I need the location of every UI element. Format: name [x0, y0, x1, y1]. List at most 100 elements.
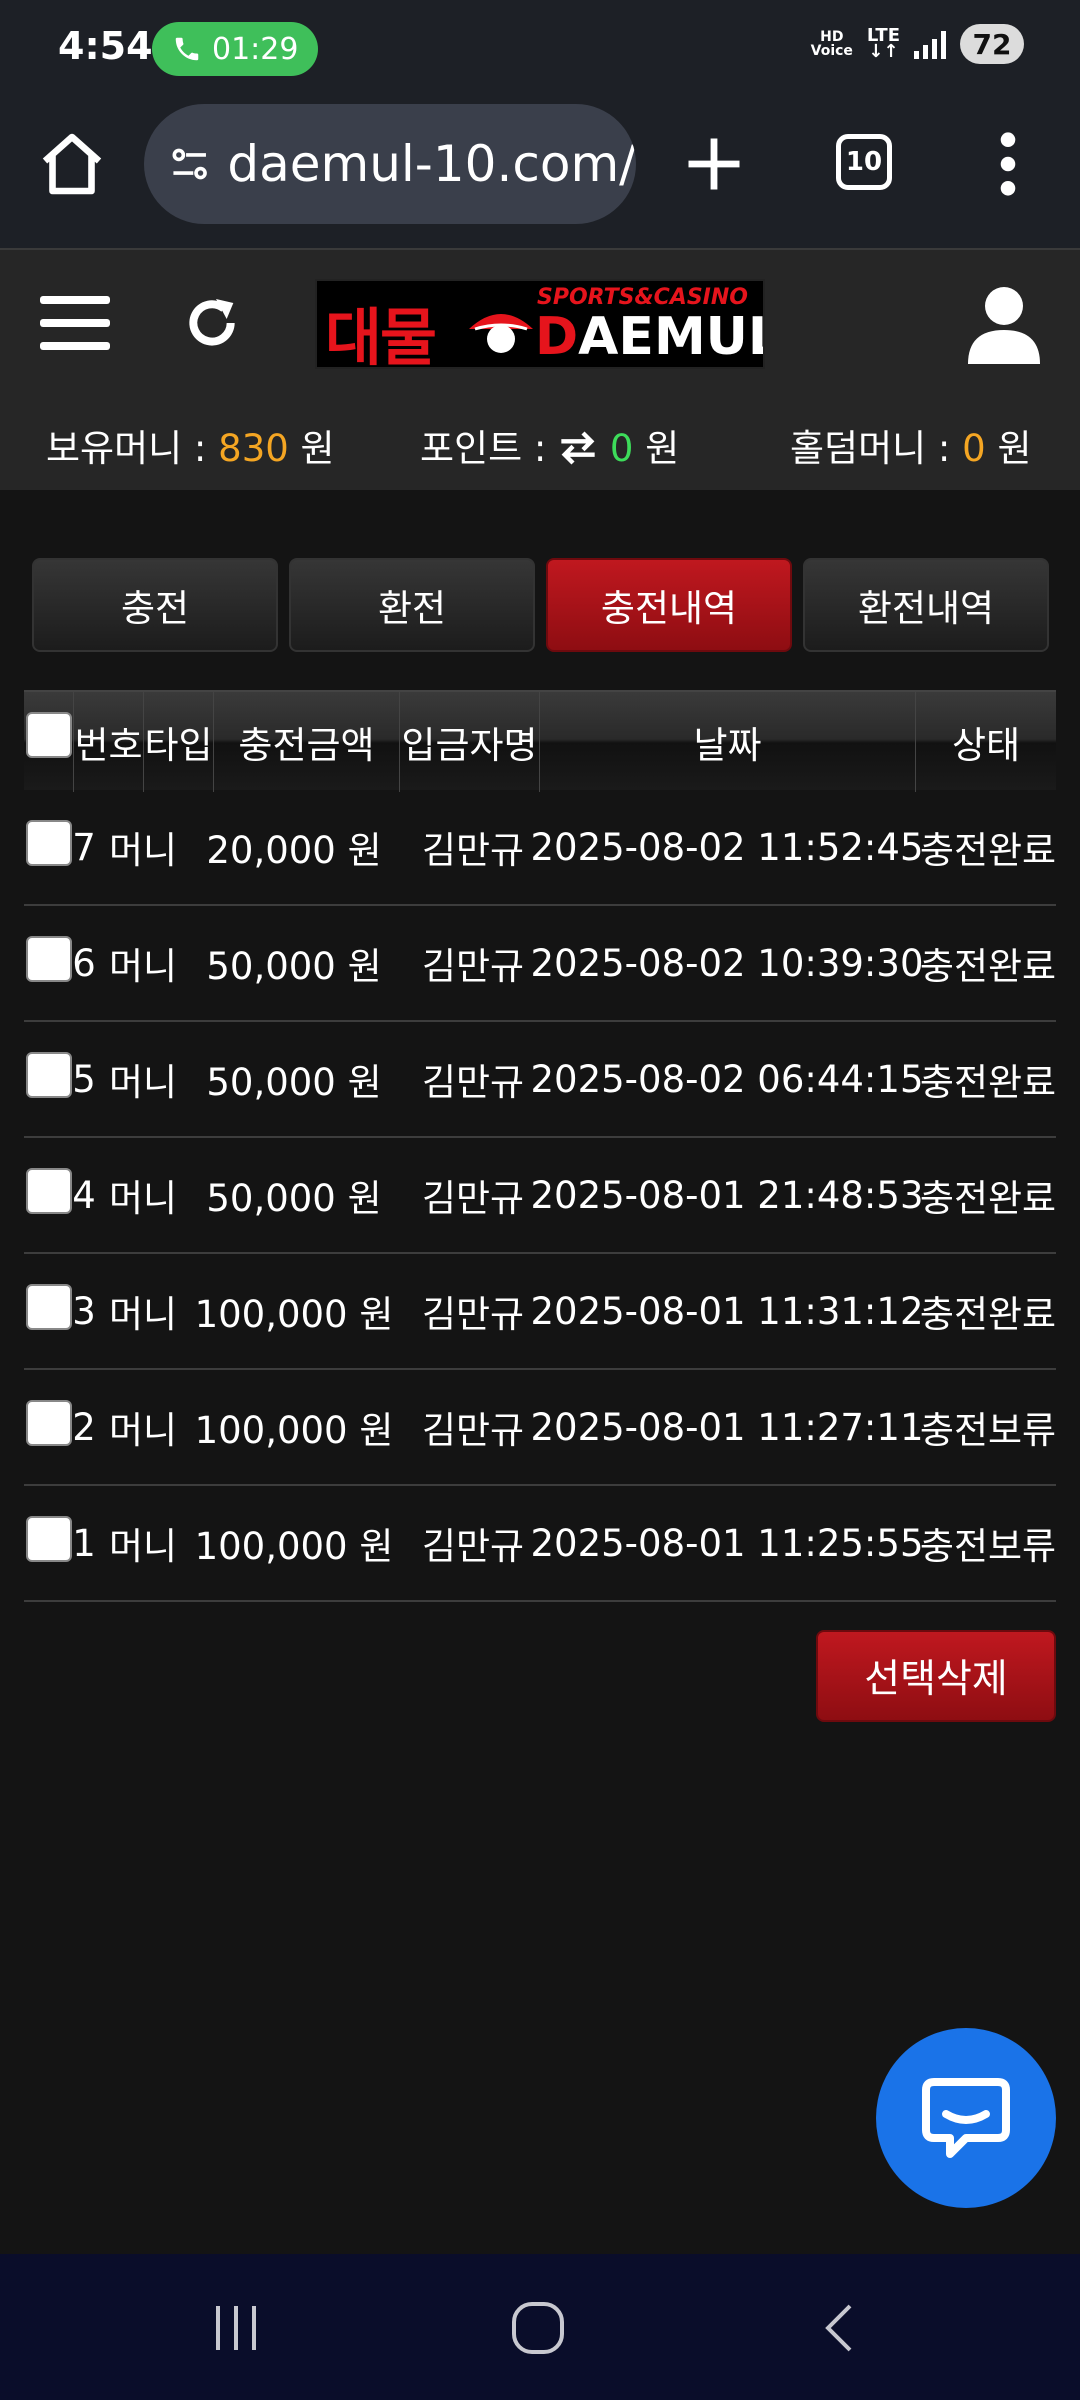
status-bar: 4:54 01:29 HD Voice LTE ↓↑ 72	[0, 0, 1080, 100]
row-type: 머니	[108, 1293, 178, 1336]
row-depositor: 김만규	[421, 945, 525, 988]
table-row: 4 머니 50,000 원 김만규 2025-08-01 21:48:53 충전완료	[24, 1138, 1056, 1254]
tab-withdraw[interactable]: 환전	[289, 558, 535, 652]
transfer-icon[interactable]	[558, 431, 598, 465]
row-type: 머니	[108, 945, 178, 988]
row-status: 충전보류	[919, 1525, 1057, 1568]
tab-withdraw-history[interactable]: 환전내역	[803, 558, 1049, 652]
status-time: 4:54	[58, 24, 153, 68]
phone-icon	[175, 37, 199, 61]
row-amount: 100,000 원	[194, 1525, 394, 1568]
home-nav-icon[interactable]	[508, 2298, 568, 2358]
address-bar[interactable]: daemul-10.com/	[144, 104, 636, 224]
logo-english: DAEMUL	[535, 307, 763, 367]
row-status: 충전완료	[919, 945, 1057, 988]
money-unit: 원	[300, 427, 335, 470]
back-icon[interactable]	[810, 2298, 870, 2358]
row-date: 2025-08-01 11:27:11	[530, 1405, 924, 1449]
call-indicator[interactable]: 01:29	[152, 22, 318, 76]
hamburger-icon[interactable]	[40, 292, 110, 354]
site-header: 대물 SPORTS&CASINO DAEMUL	[0, 248, 1080, 398]
more-vert-icon[interactable]	[990, 130, 1026, 198]
header-depositor: 입금자명	[400, 692, 540, 792]
row-no: 5	[72, 1057, 96, 1101]
row-depositor: 김만규	[421, 829, 525, 872]
call-timer: 01:29	[212, 31, 299, 67]
site-logo[interactable]: 대물 SPORTS&CASINO DAEMUL	[315, 279, 765, 369]
table-row: 3 머니 100,000 원 김만규 2025-08-01 11:31:12 충전완료	[24, 1254, 1056, 1370]
home-icon[interactable]	[36, 128, 108, 200]
row-no: 3	[72, 1289, 96, 1333]
chat-button[interactable]	[876, 2028, 1056, 2208]
row-amount: 100,000 원	[194, 1293, 394, 1336]
row-no: 2	[72, 1405, 96, 1449]
row-depositor: 김만규	[421, 1409, 525, 1452]
money-label: 보유머니 :	[46, 427, 207, 470]
row-status: 충전보류	[919, 1409, 1057, 1452]
tab-deposit[interactable]: 충전	[32, 558, 278, 652]
row-no: 1	[72, 1521, 96, 1565]
system-nav-bar	[0, 2254, 1080, 2400]
balance-bar: 보유머니 : 830 원 포인트 : 0 원 홀덤머니 : 0 원	[0, 398, 1080, 490]
row-type: 머니	[108, 1177, 178, 1220]
money-balance: 보유머니 : 830 원	[46, 418, 335, 472]
row-amount: 50,000 원	[206, 1061, 382, 1104]
row-amount: 50,000 원	[206, 945, 382, 988]
delete-selected-button[interactable]: 선택삭제	[816, 1630, 1056, 1722]
select-all-checkbox[interactable]	[26, 712, 72, 758]
url-text: daemul-10.com/	[227, 135, 636, 193]
holdem-balance: 홀덤머니 : 0 원	[790, 418, 1032, 472]
row-no: 6	[72, 941, 96, 985]
row-date: 2025-08-02 10:39:30	[530, 941, 924, 985]
holdem-unit: 원	[997, 427, 1032, 470]
row-depositor: 김만규	[421, 1177, 525, 1220]
hd-voice-icon: HD Voice	[810, 29, 853, 59]
row-status: 충전완료	[919, 829, 1057, 872]
holdem-label: 홀덤머니 :	[790, 427, 951, 470]
status-icons: HD Voice LTE ↓↑ 72	[811, 24, 1024, 64]
table-row: 1 머니 100,000 원 김만규 2025-08-01 11:25:55 충전보류	[24, 1486, 1056, 1602]
point-value: 0	[609, 427, 634, 470]
lte-icon: LTE ↓↑	[866, 25, 900, 62]
row-type: 머니	[108, 829, 178, 872]
point-balance: 포인트 : 0 원	[420, 418, 679, 472]
table-row: 5 머니 50,000 원 김만규 2025-08-02 06:44:15 충전완료	[24, 1022, 1056, 1138]
browser-toolbar: daemul-10.com/ 10	[0, 100, 1080, 248]
header-amount: 충전금액	[214, 692, 400, 792]
row-amount: 20,000 원	[206, 829, 382, 872]
table-row: 2 머니 100,000 원 김만규 2025-08-01 11:27:11 충전보류	[24, 1370, 1056, 1486]
header-date: 날짜	[540, 692, 916, 792]
row-depositor: 김만규	[421, 1525, 525, 1568]
table-row: 7 머니 20,000 원 김만규 2025-08-02 11:52:45 충전완료	[24, 790, 1056, 906]
row-date: 2025-08-01 11:31:12	[530, 1289, 924, 1333]
refresh-icon[interactable]	[180, 290, 244, 356]
table-header: 번호 타입 충전금액 입금자명 날짜 상태	[24, 690, 1056, 792]
header-no: 번호	[74, 692, 144, 792]
row-type: 머니	[108, 1409, 178, 1452]
row-date: 2025-08-01 21:48:53	[530, 1173, 924, 1217]
row-date: 2025-08-02 11:52:45	[530, 825, 924, 869]
row-status: 충전완료	[919, 1061, 1057, 1104]
tab-switcher-button[interactable]: 10	[836, 134, 892, 190]
site-settings-icon[interactable]	[168, 136, 211, 192]
row-amount: 100,000 원	[194, 1409, 394, 1452]
money-value: 830	[218, 427, 289, 470]
point-unit: 원	[645, 427, 680, 470]
row-depositor: 김만규	[421, 1061, 525, 1104]
row-date: 2025-08-02 06:44:15	[530, 1057, 924, 1101]
chat-icon	[922, 2078, 1010, 2158]
row-type: 머니	[108, 1061, 178, 1104]
row-no: 4	[72, 1173, 96, 1217]
user-icon[interactable]	[966, 286, 1042, 364]
header-status: 상태	[951, 724, 1021, 767]
logo-korean: 대물	[325, 301, 437, 369]
holdem-value: 0	[962, 427, 986, 470]
plus-icon[interactable]	[680, 130, 748, 198]
tab-deposit-history[interactable]: 충전내역	[546, 558, 792, 652]
row-no: 7	[72, 825, 96, 869]
row-depositor: 김만규	[421, 1293, 525, 1336]
row-date: 2025-08-01 11:25:55	[530, 1521, 924, 1565]
battery-indicator: 72	[960, 24, 1024, 64]
header-type: 타입	[144, 692, 214, 792]
recent-apps-icon[interactable]	[206, 2298, 266, 2358]
